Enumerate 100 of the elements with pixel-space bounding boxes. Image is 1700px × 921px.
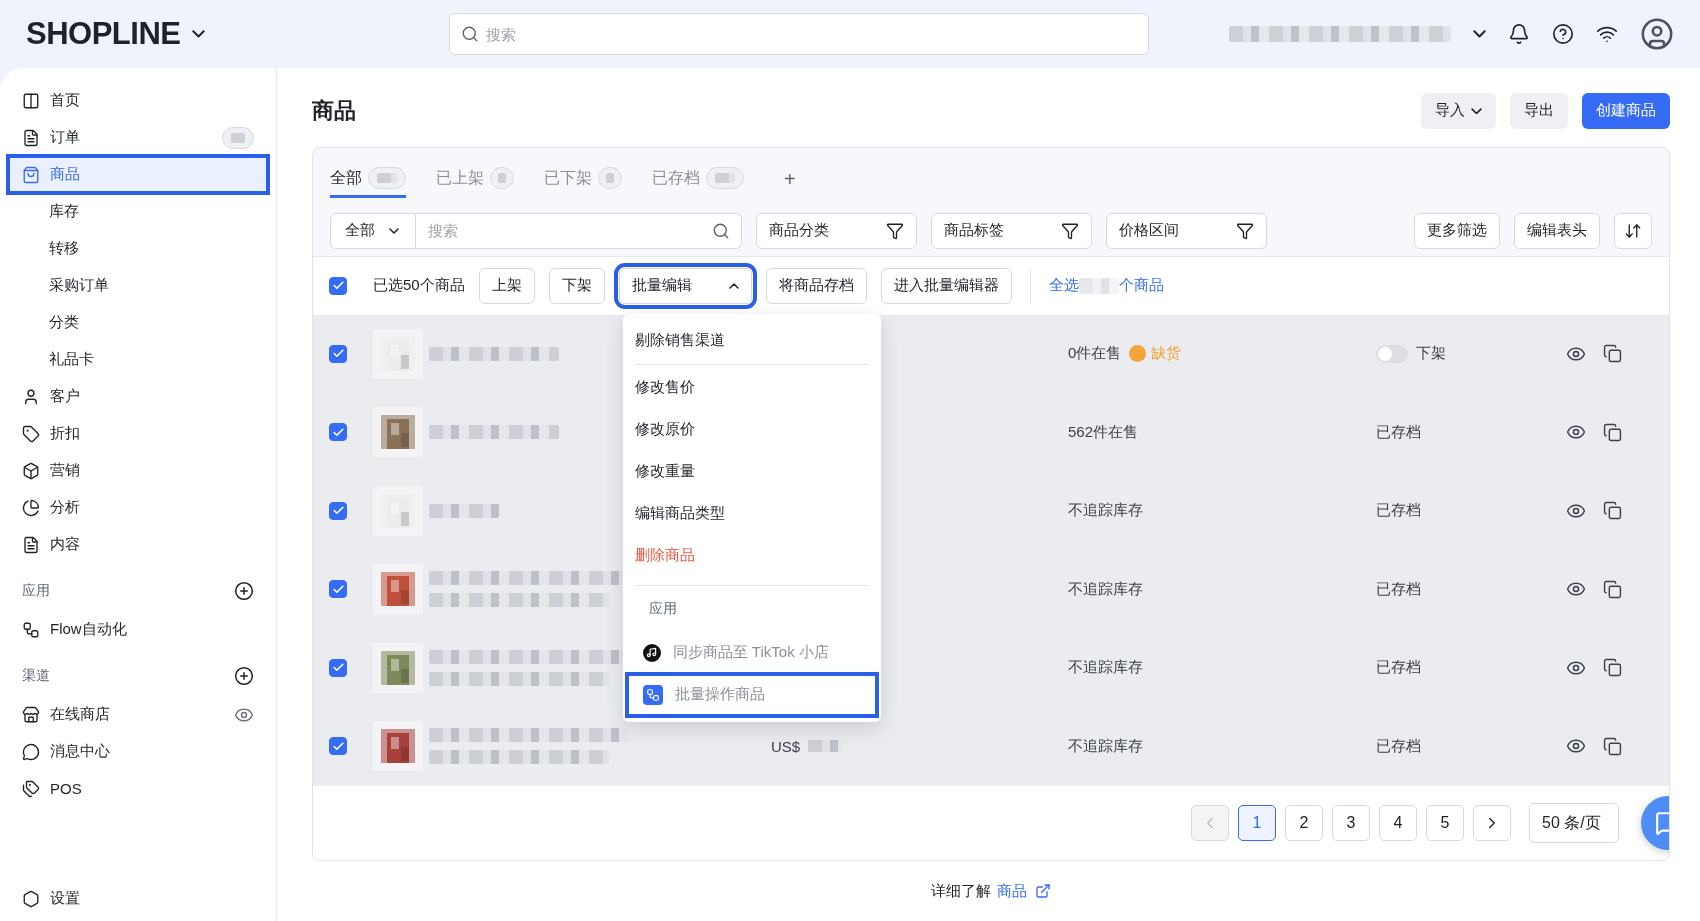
export-button[interactable]: 导出 [1510,92,1568,129]
search-icon [461,25,480,43]
sidebar-item[interactable]: 转移 [8,230,268,267]
checkbox[interactable] [329,344,347,363]
document-icon [22,128,40,147]
sidebar-item[interactable]: 客户 [8,378,268,415]
action-button[interactable]: 下架 [548,267,605,304]
check-icon [331,582,345,596]
checkbox[interactable] [329,658,347,677]
stock-text: 不追踪库存 [1068,579,1143,599]
check-icon [331,425,345,439]
copy-icon[interactable] [1603,501,1622,521]
settings-icon [22,889,40,908]
tags-icon [22,779,40,798]
sidebar-item[interactable]: 首页 [8,82,268,119]
menu-item[interactable]: 编辑商品类型 [634,492,869,535]
page-button[interactable]: 5 [1426,805,1464,842]
sidebar-item[interactable]: Flow自动化 [8,611,268,648]
filter-button[interactable]: 商品标签 [931,212,1092,249]
chevron-down-icon [1471,107,1482,115]
copy-icon[interactable] [1603,422,1622,442]
import-button[interactable]: 导入 [1421,92,1496,129]
action-button[interactable]: 将商品存档 [765,267,867,304]
avatar-icon [1640,17,1674,51]
sidebar-item[interactable]: 采购订单 [8,267,268,304]
scope-select[interactable]: 全部 [330,212,416,249]
stock-text: 不追踪库存 [1068,658,1143,678]
add-tab-button[interactable]: + [784,161,796,198]
learn-more-link[interactable]: 商品 [997,881,1051,901]
sidebar-item[interactable]: 设置 [8,880,268,917]
sidebar-item[interactable]: 消息中心 [8,733,268,770]
sidebar-item[interactable]: 折扣 [8,415,268,452]
sort-icon [1624,221,1642,240]
menu-item[interactable]: 修改重量 [634,450,869,493]
stock-warning: 缺货 [1129,344,1182,364]
page-size-select[interactable]: 50 条/页 [1529,803,1619,844]
sidebar-item[interactable]: 订单 [8,119,268,156]
toolbar-button[interactable]: 编辑表头 [1514,212,1600,249]
menu-item[interactable]: 剔除销售渠道 [634,319,869,362]
page-button[interactable]: 3 [1332,805,1370,842]
count-badge [598,167,622,190]
add-icon [234,581,254,601]
checkbox[interactable] [329,580,347,599]
stock-text: 562件在售 [1068,422,1139,442]
section-title: 应用 [22,582,50,600]
checkbox[interactable] [329,737,347,756]
menu-item[interactable]: 修改售价 [634,366,869,409]
count-badge [706,167,744,190]
create-button[interactable]: 创建商品 [1582,92,1670,129]
search-field[interactable]: 搜索 [416,212,742,249]
menu-item[interactable]: 删除商品 [634,534,869,577]
page-button[interactable]: 1 [1238,805,1276,842]
stock-text: 不追踪库存 [1068,501,1143,521]
checkbox[interactable] [329,501,347,520]
price-text: US$ [771,737,1068,755]
tab[interactable]: 全部 [330,161,406,198]
sidebar-item[interactable]: 营销 [8,452,268,489]
sort-button[interactable] [1614,212,1652,249]
sidebar-item[interactable]: 礼品卡 [8,341,268,378]
status-text: 已存档 [1376,501,1421,521]
search-field[interactable]: 搜索 [449,13,1150,55]
sidebar-item[interactable]: 分析 [8,489,268,526]
sidebar-item[interactable]: 在线商店 [8,696,268,733]
page-title: 商品 [312,96,357,125]
warning-icon [1129,345,1147,363]
store-icon [22,705,40,724]
chevron-down-icon [1473,30,1486,38]
copy-icon[interactable] [1603,736,1622,756]
sidebar-item[interactable]: 内容 [8,526,268,563]
sidebar-item[interactable]: POS [8,770,268,807]
cube-icon [22,461,40,480]
page-button[interactable]: 2 [1285,805,1323,842]
chevron-up-icon [728,282,739,289]
checkbox[interactable] [329,276,347,295]
filter-icon [1236,221,1254,240]
status-text: 已存档 [1376,736,1421,756]
menu-item[interactable]: 修改原价 [634,408,869,451]
checkbox[interactable] [329,423,347,442]
toolbar-button[interactable]: 更多筛选 [1414,212,1500,249]
sidebar-item[interactable]: 商品 [8,156,268,193]
workflow-icon [22,620,40,639]
filter-button[interactable]: 价格区间 [1106,212,1267,249]
copy-icon[interactable] [1603,658,1622,678]
chevron-down-icon [192,30,206,38]
stock-text: 0件在售 [1068,344,1122,364]
sidebar-item[interactable]: 分类 [8,304,268,341]
add-icon [234,666,254,686]
page-button[interactable]: 4 [1379,805,1417,842]
sidebar-item[interactable]: 库存 [8,193,268,230]
status-text: 已存档 [1376,658,1421,678]
action-button[interactable]: 上架 [478,267,535,304]
count-badge [490,167,514,190]
filter-button[interactable]: 商品分类 [756,212,917,249]
toggle-switch[interactable] [1376,344,1408,363]
bell-icon [1508,23,1530,45]
copy-icon[interactable] [1603,344,1622,364]
copy-icon[interactable] [1603,579,1622,599]
select-all-link[interactable]: 全选 个商品 [1048,276,1164,296]
search-icon [712,221,730,240]
action-button[interactable]: 进入批量编辑器 [880,267,1012,304]
